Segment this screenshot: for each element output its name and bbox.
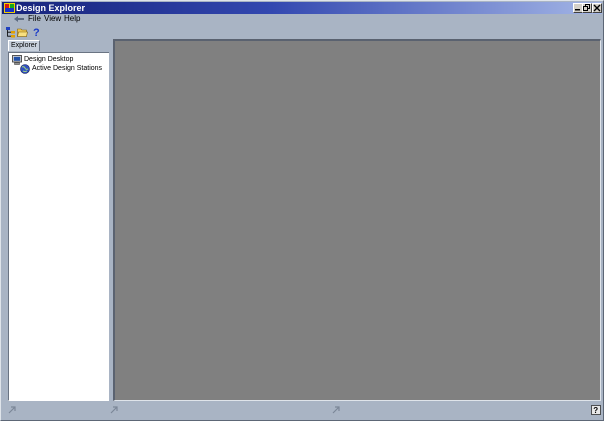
help-button[interactable]: ? <box>31 26 42 38</box>
restore-icon <box>583 4 590 11</box>
menu-file[interactable]: File <box>28 14 41 24</box>
menu-grip-icon <box>14 16 24 22</box>
tree-view-button[interactable] <box>5 26 16 38</box>
svg-text:?: ? <box>593 406 598 415</box>
toolbar: ? <box>2 25 602 39</box>
tab-explorer[interactable]: Explorer <box>8 40 40 51</box>
app-icon <box>4 3 15 13</box>
close-button[interactable] <box>592 3 602 13</box>
tree-view-icon <box>6 27 15 38</box>
close-icon <box>593 4 601 12</box>
menu-view[interactable]: View <box>44 14 61 24</box>
explorer-panel: Explorer Design Desktop Active Design St… <box>5 39 112 401</box>
restore-button[interactable] <box>582 3 592 13</box>
help-icon[interactable]: ? <box>591 405 601 415</box>
title-bar[interactable]: Design Explorer <box>2 2 602 14</box>
globe-icon <box>20 64 30 74</box>
tree-label: Active Design Stations <box>32 65 103 72</box>
open-folder-button[interactable] <box>17 26 28 38</box>
menu-help[interactable]: Help <box>64 14 80 24</box>
explorer-tree: Design Desktop Active Design Stations <box>8 52 112 401</box>
app-window: Design Explorer File View Help ? Explore… <box>0 0 604 421</box>
menu-bar: File View Help <box>2 14 602 24</box>
arrow-icon <box>8 406 16 414</box>
help-icon: ? <box>33 27 40 38</box>
arrow-icon <box>332 406 340 414</box>
arrow-icon <box>110 406 118 414</box>
design-workspace[interactable] <box>113 39 601 401</box>
open-folder-icon <box>17 28 28 37</box>
svg-text:?: ? <box>33 27 40 38</box>
status-bar: ? <box>2 403 602 419</box>
window-title: Design Explorer <box>16 3 86 13</box>
minimize-icon <box>575 9 580 11</box>
